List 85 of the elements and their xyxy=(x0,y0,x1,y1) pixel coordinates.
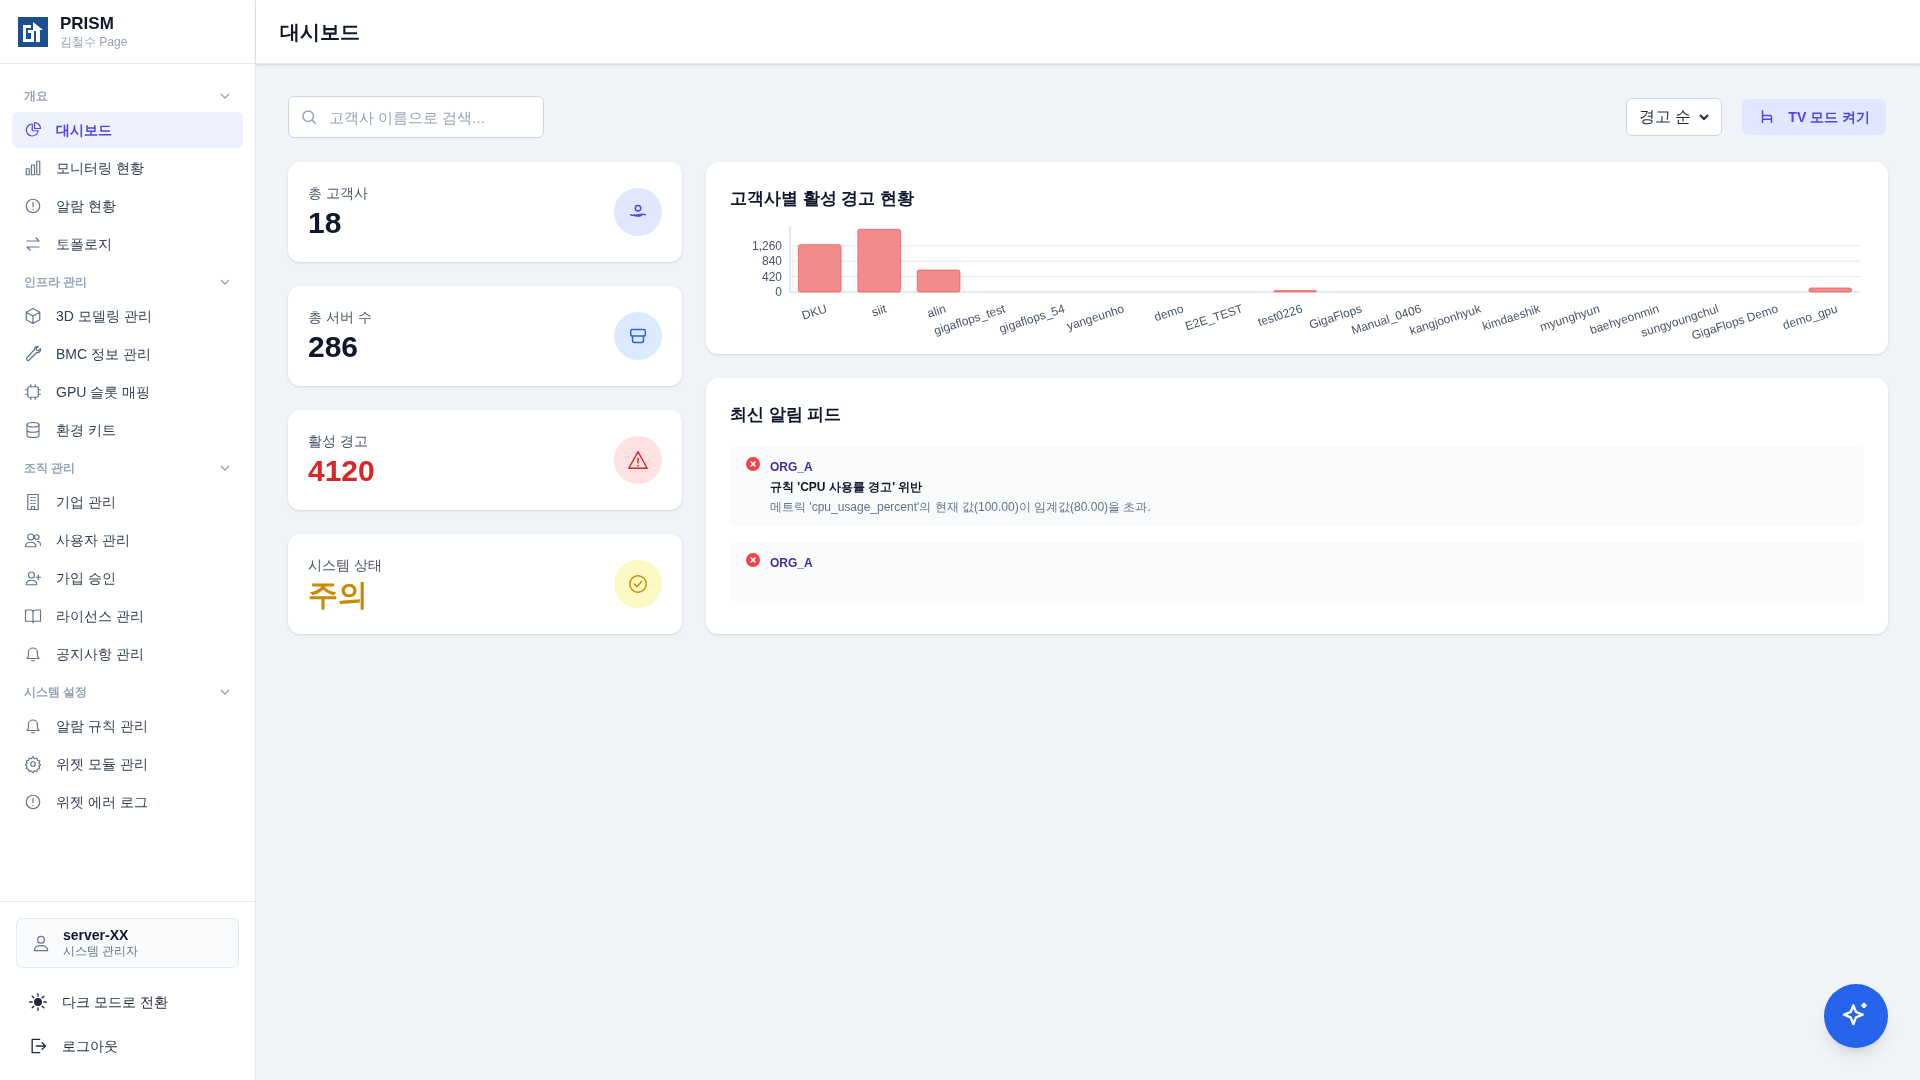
search-icon xyxy=(300,108,318,126)
nav-item[interactable]: 알람 규칙 관리 xyxy=(12,708,243,744)
nav-item[interactable]: 공지사항 관리 xyxy=(12,636,243,672)
stat-value: 286 xyxy=(308,328,360,365)
nav-item[interactable]: 대시보드 xyxy=(12,112,243,148)
alert-circle-icon xyxy=(24,197,42,215)
user-plus-icon xyxy=(24,569,42,587)
section-heading: 인프라 관리 xyxy=(24,274,88,291)
logout-link[interactable]: 로그아웃 xyxy=(16,1024,239,1068)
nav-item[interactable]: 라이선스 관리 xyxy=(12,598,243,634)
axis-category-label: DKU xyxy=(800,301,829,323)
chevron-down-icon xyxy=(1699,113,1710,121)
users-icon xyxy=(24,531,42,549)
nav-item[interactable]: 위젯 에러 로그 xyxy=(12,784,243,820)
user-card[interactable]: server-XX 시스템 관리자 xyxy=(16,917,239,968)
axis-tick-label: 0 xyxy=(775,284,782,299)
wrench-icon xyxy=(24,345,42,363)
stat-value: 4120 xyxy=(308,452,375,489)
alert-org: ORG_A xyxy=(770,554,813,572)
search-field[interactable]: 고객사 이름으로 검색... xyxy=(288,96,544,138)
section-heading: 조직 관리 xyxy=(24,460,76,477)
server-icon xyxy=(614,312,662,360)
database-icon xyxy=(24,421,42,439)
axis-tick-label: 420 xyxy=(761,269,782,284)
alert-item[interactable]: ORG_A xyxy=(730,541,1864,601)
card-title: 고객사별 활성 경고 현황 xyxy=(730,188,916,210)
bar-chart-icon xyxy=(24,159,42,177)
alert-org: ORG_A xyxy=(770,458,814,476)
nav-item[interactable]: 위젯 모듈 관리 xyxy=(12,746,243,782)
cube-icon xyxy=(24,307,42,325)
alert-item[interactable]: ORG_A 규칙 'CPU 사용률 경고' 위반 메트릭 'cpu_usage_percent'의 현재 값(100.00)이 임계값(80.00)을 초과. xyxy=(730,445,1864,526)
building-icon xyxy=(24,493,42,511)
alert-message: 메트릭 'cpu_usage_percent'의 현재 값(100.00)이 임계값(80.00)을 초과. xyxy=(770,498,1151,516)
stat-label: 활성 경고 xyxy=(308,431,369,451)
nav-item[interactable]: 모니터링 현황 xyxy=(12,150,243,186)
axis-tick-label: 1,260 xyxy=(751,238,782,253)
alert-circle-icon xyxy=(24,793,42,811)
book-icon xyxy=(24,607,42,625)
chip-icon xyxy=(24,383,42,401)
nav-item[interactable]: 3D 모델링 관리 xyxy=(12,298,243,334)
dark-mode-toggle[interactable]: 다크 모드로 전환 xyxy=(16,980,239,1024)
stat-label: 총 서버 수 xyxy=(308,307,372,327)
warning-icon xyxy=(614,436,662,484)
chart-bar xyxy=(1273,289,1317,292)
sun-icon xyxy=(28,992,48,1012)
nav-item[interactable]: 토폴로지 xyxy=(12,226,243,262)
page-title: 대시보드 xyxy=(280,19,360,45)
nav-item[interactable]: GPU 슬롯 매핑 xyxy=(12,374,243,410)
axis-category-label: siit xyxy=(869,301,889,319)
tv-mode-button[interactable]: TV 모드 켜기 xyxy=(1742,99,1886,135)
nav-item[interactable]: 알람 현황 xyxy=(12,188,243,224)
axis-category-label: demo xyxy=(1152,301,1186,324)
nav-item[interactable]: 가입 승인 xyxy=(12,560,243,596)
people-icon xyxy=(614,188,662,236)
nav-item[interactable]: 기업 관리 xyxy=(12,484,243,520)
card-title: 최신 알림 피드 xyxy=(730,404,843,426)
gear-icon xyxy=(24,755,42,773)
stat-value: 주의 xyxy=(308,576,369,613)
ai-assistant-button[interactable] xyxy=(1824,984,1888,1048)
alert-title: 규칙 'CPU 사용률 경고' 위반 xyxy=(770,478,924,496)
bell-icon xyxy=(24,645,42,663)
chart-bar xyxy=(857,228,901,292)
stat-label: 총 고객사 xyxy=(308,183,368,203)
chart-bar xyxy=(1808,287,1852,292)
logo-icon xyxy=(18,16,48,47)
swap-arrows-icon xyxy=(24,235,42,253)
error-icon xyxy=(746,456,760,471)
nav-item[interactable]: 환경 키트 xyxy=(12,412,243,448)
nav-item[interactable]: 사용자 관리 xyxy=(12,522,243,558)
chart-bar xyxy=(798,243,842,292)
brand-name: PRISM xyxy=(60,13,115,35)
user-role: 시스템 관리자 xyxy=(63,944,139,959)
error-icon xyxy=(746,552,760,567)
stat-label: 시스템 상태 xyxy=(308,555,382,575)
stat-value: 18 xyxy=(308,204,343,241)
bell-icon xyxy=(24,717,42,735)
axis-tick-label: 840 xyxy=(761,253,782,268)
chart-bar xyxy=(916,269,961,292)
user-name: server-XX xyxy=(63,926,130,944)
section-heading: 시스템 설정 xyxy=(24,684,88,701)
brand-subtitle: 김철수 Page xyxy=(60,34,128,50)
pie-chart-icon xyxy=(24,121,42,139)
section-heading: 개요 xyxy=(24,88,48,105)
nav-item[interactable]: BMC 정보 관리 xyxy=(12,336,243,372)
sort-select[interactable]: 경고 순 xyxy=(1625,98,1723,136)
